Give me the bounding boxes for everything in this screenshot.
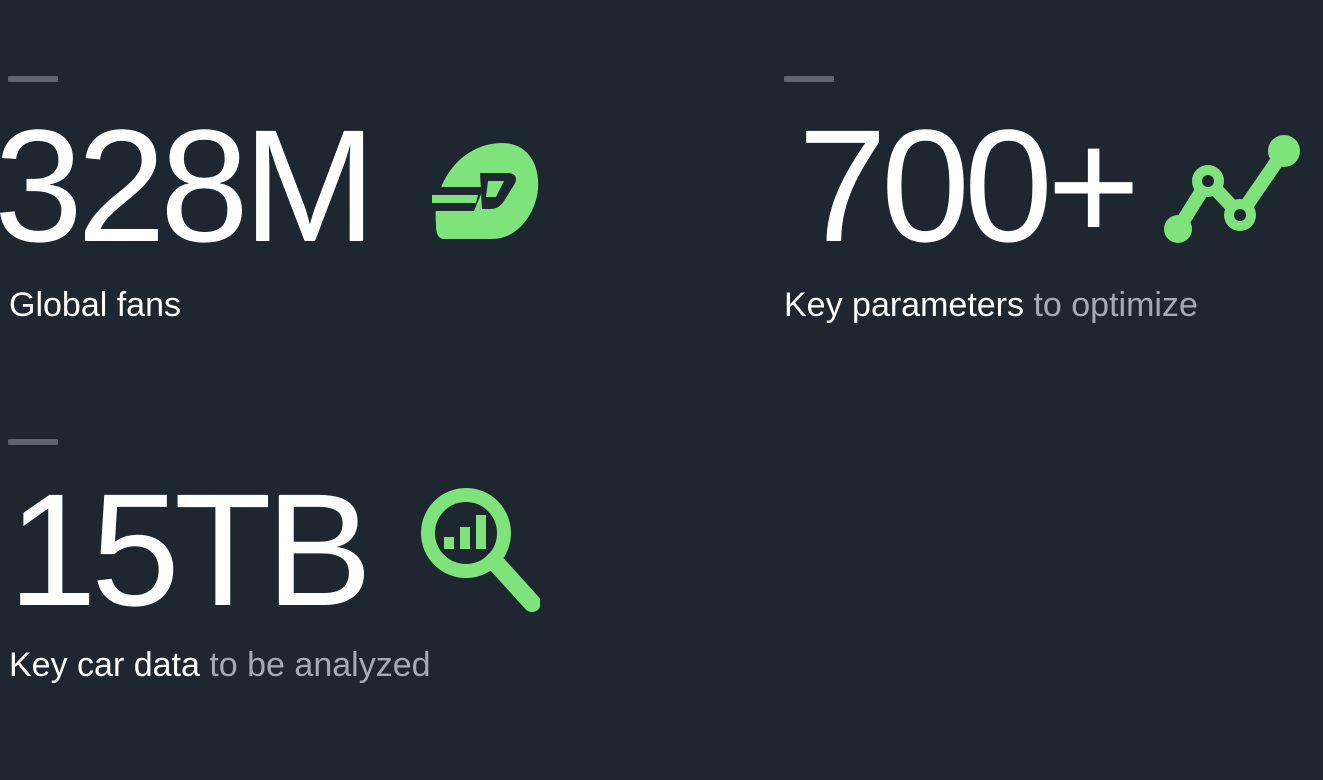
stat-label-strong: Key parameters [784, 286, 1024, 324]
stat-label-strong: Key car data [9, 646, 200, 684]
stat-divider-dash [8, 439, 58, 445]
stat-value-row: 15TB [8, 460, 542, 639]
stat-caption: Key car data to be analyzed [9, 648, 431, 682]
racing-helmet-icon [422, 129, 546, 258]
line-graph-nodes-icon [1162, 129, 1302, 254]
stat-value: 700+ [798, 96, 1140, 275]
stat-divider-dash [784, 76, 834, 82]
stat-value-row: 328M [0, 106, 546, 266]
magnifier-bar-chart-icon [416, 483, 542, 618]
stat-label-strong: Global fans [9, 286, 181, 324]
stat-label-muted: to optimize [1033, 286, 1198, 324]
stat-label-muted: to be analyzed [209, 646, 431, 684]
stat-divider-dash [8, 76, 58, 82]
stat-caption: Global fans [9, 288, 181, 322]
stat-value: 328M [0, 96, 376, 275]
stat-value-row: 700+ [798, 106, 1302, 266]
stat-caption: Key parameters to optimize [784, 288, 1198, 322]
stat-value: 15TB [8, 460, 372, 639]
